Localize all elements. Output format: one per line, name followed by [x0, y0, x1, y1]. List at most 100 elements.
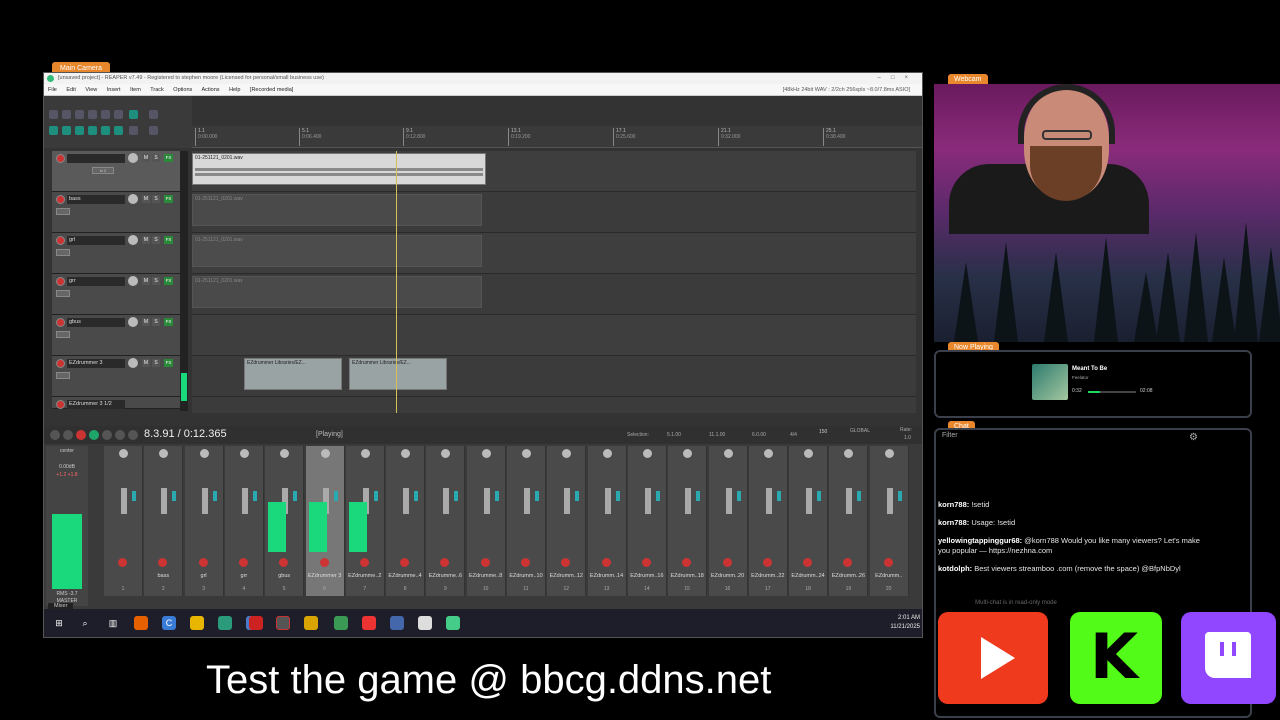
- volume-fader[interactable]: [443, 488, 450, 514]
- envelope-icon[interactable]: [75, 126, 84, 135]
- app-icon[interactable]: [390, 616, 404, 630]
- menu-insert[interactable]: Insert: [107, 87, 121, 93]
- track-lane[interactable]: 01-251121_0201.wav: [192, 151, 916, 192]
- window-titlebar[interactable]: [unsaved project] - REAPER v7.49 - Regis…: [44, 73, 922, 84]
- volume-knob[interactable]: [128, 358, 138, 368]
- mixer-channel-strip[interactable]: EZdrummer 3 6: [305, 446, 345, 596]
- grid-icon[interactable]: [129, 110, 138, 119]
- menu-help[interactable]: Help: [229, 87, 240, 93]
- menu-file[interactable]: File: [48, 87, 57, 93]
- task-view-icon[interactable]: ▥: [106, 616, 120, 630]
- volume-fader[interactable]: [403, 488, 410, 514]
- media-player-icon[interactable]: [362, 616, 376, 630]
- mixer-channel-strip[interactable]: bass 2: [144, 446, 184, 596]
- trim-button[interactable]: [56, 372, 70, 379]
- track-header[interactable]: grl M S FX: [52, 233, 180, 274]
- record-arm-button[interactable]: [279, 558, 289, 567]
- mixer-channel-strip[interactable]: EZdrumm..24 18: [789, 446, 829, 596]
- volume-fader[interactable]: [765, 488, 772, 514]
- app-icon[interactable]: [334, 616, 348, 630]
- record-arm-button[interactable]: [601, 558, 611, 567]
- track-lane[interactable]: [192, 315, 916, 356]
- track-lanes[interactable]: 01-251121_0201.wav 01-251121_0201.wav 01…: [192, 151, 916, 413]
- time-signature[interactable]: 4/4: [790, 432, 797, 438]
- snap-icon[interactable]: [88, 126, 97, 135]
- volume-knob[interactable]: [128, 317, 138, 327]
- record-arm-button[interactable]: [56, 359, 65, 368]
- fx-button[interactable]: FX: [164, 195, 173, 203]
- track-header[interactable]: gbus M S FX: [52, 315, 180, 356]
- channel-name[interactable]: grr: [225, 573, 263, 579]
- menu-view[interactable]: View: [85, 87, 97, 93]
- volume-fader[interactable]: [846, 488, 853, 514]
- volume-fader[interactable]: [241, 488, 248, 514]
- channel-name[interactable]: EZdrumm..10: [507, 573, 545, 579]
- pan-knob[interactable]: [602, 449, 612, 458]
- volume-knob[interactable]: [128, 235, 138, 245]
- pan-knob[interactable]: [562, 449, 572, 458]
- mixer-channel-strip[interactable]: grl 3: [184, 446, 224, 596]
- track-lane[interactable]: 01-251121_0201.wav: [192, 274, 916, 315]
- pan-knob[interactable]: [239, 449, 249, 458]
- solo-button[interactable]: S: [152, 154, 160, 162]
- tempo[interactable]: 150: [819, 429, 827, 435]
- record-arm-button[interactable]: [158, 558, 168, 567]
- pan-knob[interactable]: [723, 449, 733, 458]
- record-arm-button[interactable]: [319, 558, 329, 567]
- track-name[interactable]: bass: [67, 195, 125, 204]
- mixer-channel-strip[interactable]: EZdrumme..6 9: [426, 446, 466, 596]
- pan-knob[interactable]: [884, 449, 894, 458]
- volume-fader[interactable]: [685, 488, 692, 514]
- new-project-icon[interactable]: [49, 110, 58, 119]
- record-arm-button[interactable]: [56, 195, 65, 204]
- record-arm-button[interactable]: [521, 558, 530, 567]
- record-arm-button[interactable]: [762, 558, 772, 567]
- record-arm-button[interactable]: [682, 558, 692, 567]
- track-lane[interactable]: EZdrummer Libraries/EZ... EZdrummer Libr…: [192, 356, 916, 397]
- firefox-icon[interactable]: [134, 616, 148, 630]
- window-controls[interactable]: –□×: [878, 73, 918, 84]
- track-name[interactable]: [67, 154, 125, 163]
- channel-name[interactable]: EZdrumm..24: [789, 573, 827, 579]
- record-arm-button[interactable]: [722, 558, 732, 567]
- record-arm-button[interactable]: [56, 318, 65, 327]
- channel-name[interactable]: EZdrumm..26: [829, 573, 867, 579]
- pan-knob[interactable]: [481, 449, 491, 458]
- channel-name[interactable]: EZdrummer 3: [306, 573, 344, 579]
- volume-fader[interactable]: [886, 488, 893, 514]
- game-icon[interactable]: [249, 616, 263, 630]
- mixer-channel-strip[interactable]: EZdrumm..22 17: [748, 446, 788, 596]
- record-arm-button[interactable]: [56, 154, 65, 163]
- volume-fader[interactable]: [725, 488, 732, 514]
- trim-button[interactable]: [56, 208, 70, 215]
- track-header[interactable]: bass M S FX: [52, 192, 180, 233]
- record-arm-button[interactable]: [400, 558, 410, 567]
- track-header[interactable]: EZdrummer 3 M S FX: [52, 356, 180, 397]
- selection-length[interactable]: 6.0.00: [752, 432, 766, 438]
- mixer-channel-strip[interactable]: grr 4: [224, 446, 264, 596]
- fx-button[interactable]: FX: [164, 318, 173, 326]
- volume-fader[interactable]: [806, 488, 813, 514]
- mixer-channel-strip[interactable]: 1: [104, 446, 143, 596]
- solo-button[interactable]: S: [152, 277, 160, 285]
- channel-name[interactable]: EZdrumm..16: [628, 573, 666, 579]
- record-arm-button[interactable]: [198, 558, 208, 567]
- mute-button[interactable]: M: [142, 154, 150, 162]
- track-name[interactable]: gbus: [67, 318, 125, 327]
- pan-knob[interactable]: [401, 449, 411, 458]
- stop-button[interactable]: [128, 430, 138, 440]
- channel-name[interactable]: EZdrumme..4: [386, 573, 424, 579]
- menu-recorded-media[interactable]: [Recorded media]: [250, 87, 293, 93]
- file-explorer-icon[interactable]: [190, 616, 204, 630]
- pan-knob[interactable]: [441, 449, 451, 458]
- volume-knob[interactable]: [128, 276, 138, 286]
- volume-fader[interactable]: [644, 488, 651, 514]
- edge-icon[interactable]: [218, 616, 232, 630]
- mixer-channel-strip[interactable]: EZdrumme..2 7: [345, 446, 385, 596]
- channel-name[interactable]: bass: [144, 573, 182, 579]
- track-name[interactable]: EZdrummer 3: [67, 359, 125, 368]
- record-arm-button[interactable]: [641, 558, 651, 567]
- menu-item[interactable]: Item: [130, 87, 141, 93]
- mixer-channel-strip[interactable]: EZdrumm..20 16: [708, 446, 748, 596]
- midi-item[interactable]: EZdrummer Libraries/EZ...: [349, 358, 447, 390]
